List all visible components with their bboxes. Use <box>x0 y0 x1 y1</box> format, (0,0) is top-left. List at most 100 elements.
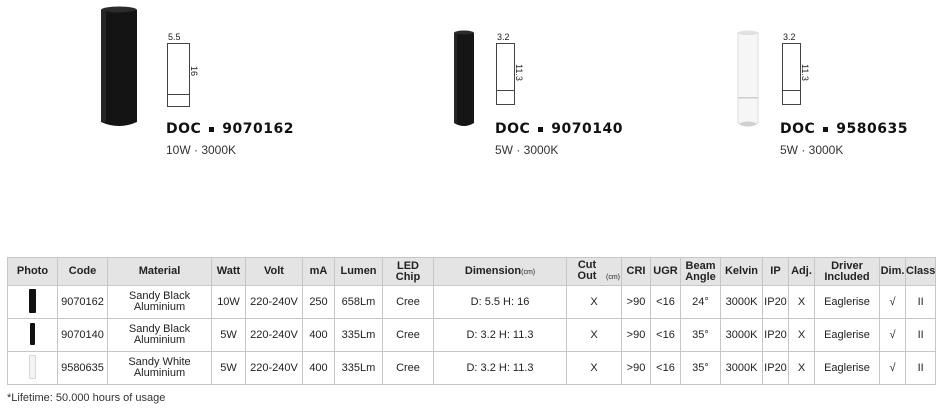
header-lumen: Lumen <box>334 257 383 286</box>
cell-beam-angle: 35° <box>680 351 721 385</box>
cell-volt: 220-240V <box>245 285 303 319</box>
header-dimension-label: Dimension <box>464 264 522 277</box>
dimension-diagram <box>167 43 190 107</box>
product-spec: 10W · 3000K <box>166 143 237 157</box>
cell-adj: X <box>788 318 815 352</box>
product-photo-black-small <box>454 30 474 126</box>
cell-cut-out: X <box>566 351 622 385</box>
dim-height-label: 16 <box>189 66 199 77</box>
dim-width-label: 3.2 <box>497 32 510 42</box>
cell-cut-out: X <box>566 318 622 352</box>
code-label: 9070162 <box>222 121 294 137</box>
dim-width-label: 3.2 <box>783 32 796 42</box>
brand-label: DOC <box>495 121 531 137</box>
cell-code: 9580635 <box>57 351 108 385</box>
product-code: DOC 9070162 <box>166 121 294 137</box>
table-row: 9070140 Sandy Black Aluminium 5W 220-240… <box>7 318 937 352</box>
cell-ma: 400 <box>302 318 335 352</box>
cell-adj: X <box>788 351 815 385</box>
product-photo-white-small <box>737 30 759 127</box>
cell-cri: >90 <box>621 318 651 352</box>
cell-driver: Eaglerise <box>814 318 880 352</box>
header-watt: Watt <box>211 257 246 286</box>
header-dimension-unit: (cm) <box>521 268 536 276</box>
cell-ugr: <16 <box>650 318 681 352</box>
dimension-diagram <box>782 43 801 105</box>
cell-dim: √ <box>879 351 906 385</box>
product-thumbnail <box>30 322 35 345</box>
dim-height-label: 11.3 <box>800 64 810 81</box>
header-kelvin: Kelvin <box>720 257 763 286</box>
header-cut-out-label: Cut Out <box>577 259 597 282</box>
product-spec: 5W · 3000K <box>495 143 559 157</box>
cell-dim: √ <box>879 318 906 352</box>
header-cut-out-unit: (cm) <box>606 274 620 281</box>
header-volt: Volt <box>245 257 303 286</box>
cell-volt: 220-240V <box>245 318 303 352</box>
cell-driver: Eaglerise <box>814 285 880 319</box>
cell-class: II <box>904 285 937 319</box>
header-dimension: Dimension(cm) <box>433 257 567 286</box>
header-code: Code <box>57 257 108 286</box>
header-photo: Photo <box>7 257 58 286</box>
dim-height-label: 11.3 <box>514 64 524 81</box>
header-ip: IP <box>762 257 789 286</box>
product-spec: 5W · 3000K <box>780 143 844 157</box>
cell-lumen: 335Lm <box>334 351 383 385</box>
cell-ma: 400 <box>302 351 335 385</box>
cell-led-chip: Cree <box>382 351 434 385</box>
product-code: DOC 9070140 <box>495 121 623 137</box>
cell-lumen: 658Lm <box>334 285 383 319</box>
table-header-row: Photo Code Material Watt Volt mA Lumen L… <box>7 257 937 286</box>
separator-square-icon <box>538 126 544 132</box>
cell-watt: 5W <box>211 318 246 352</box>
header-adj: Adj. <box>788 257 815 286</box>
lifetime-footnote: *Lifetime: 50.000 hours of usage <box>7 392 166 404</box>
header-cri: CRI <box>621 257 651 286</box>
cell-ip: IP20 <box>762 318 789 352</box>
spec-table: Photo Code Material Watt Volt mA Lumen L… <box>7 257 937 385</box>
separator-square-icon <box>823 126 829 132</box>
cell-beam-angle: 24° <box>680 285 721 319</box>
cell-code: 9070140 <box>57 318 108 352</box>
separator-square-icon <box>209 126 215 132</box>
product-thumbnail <box>29 288 36 313</box>
header-led-chip: LED Chip <box>382 257 434 286</box>
code-label: 9580635 <box>836 121 908 137</box>
header-class: Class <box>904 257 937 286</box>
cell-watt: 10W <box>211 285 246 319</box>
cell-dim: √ <box>879 285 906 319</box>
cell-ma: 250 <box>302 285 335 319</box>
cell-dimension: D: 3.2 H: 11.3 <box>433 351 567 385</box>
cell-beam-angle: 35° <box>680 318 721 352</box>
cell-class: II <box>904 351 937 385</box>
row-photo <box>7 351 58 385</box>
cell-dimension: D: 3.2 H: 11.3 <box>433 318 567 352</box>
cell-ip: IP20 <box>762 351 789 385</box>
header-driver: Driver Included <box>814 257 880 286</box>
cell-volt: 220-240V <box>245 351 303 385</box>
cell-kelvin: 3000K <box>720 318 763 352</box>
row-photo <box>7 285 58 319</box>
brand-label: DOC <box>780 121 816 137</box>
header-ugr: UGR <box>650 257 681 286</box>
table-row: 9580635 Sandy White Aluminium 5W 220-240… <box>7 351 937 385</box>
cell-kelvin: 3000K <box>720 351 763 385</box>
cell-class: II <box>904 318 937 352</box>
cell-adj: X <box>788 285 815 319</box>
row-photo <box>7 318 58 352</box>
code-label: 9070140 <box>551 121 623 137</box>
cell-led-chip: Cree <box>382 285 434 319</box>
cell-dimension: D: 5.5 H: 16 <box>433 285 567 319</box>
cell-material: Sandy White Aluminium <box>107 351 212 385</box>
cell-kelvin: 3000K <box>720 285 763 319</box>
cell-ugr: <16 <box>650 285 681 319</box>
cell-code: 9070162 <box>57 285 108 319</box>
cell-ip: IP20 <box>762 285 789 319</box>
product-thumbnail <box>29 354 36 379</box>
header-material: Material <box>107 257 212 286</box>
cell-led-chip: Cree <box>382 318 434 352</box>
dimension-diagram <box>496 43 515 105</box>
brand-label: DOC <box>166 121 202 137</box>
header-cut-out: Cut Out (cm) <box>566 257 622 286</box>
